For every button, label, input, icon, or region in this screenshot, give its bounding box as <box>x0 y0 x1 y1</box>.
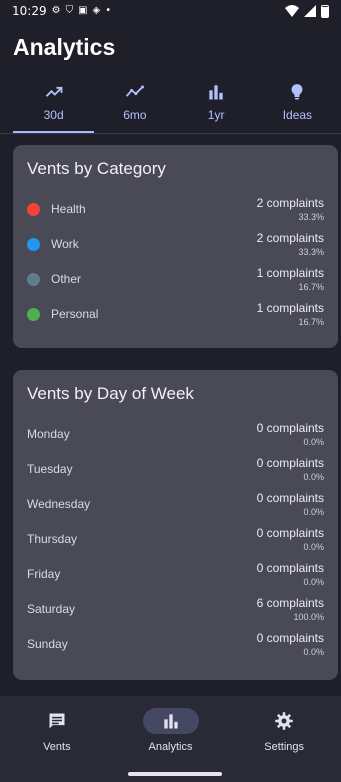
complaint-count: 2 complaints <box>256 196 324 210</box>
complaint-count: 6 complaints <box>256 596 324 610</box>
status-bar: 10:29 ⚙ ⛉ ▣ ◈ • <box>0 0 341 22</box>
period-tabs: 30d 6mo 1yr Ideas <box>13 78 338 134</box>
nav-label: Vents <box>43 741 71 753</box>
card-title: Vents by Category <box>27 159 166 178</box>
complaint-percent: 0.0% <box>303 647 324 657</box>
category-label: Other <box>51 272 82 286</box>
complaint-count: 0 complaints <box>256 491 324 505</box>
tab-label: 30d <box>43 108 64 122</box>
shield-status-icon: ⛉ <box>65 5 74 16</box>
category-row-personal: Personal 1 complaints 16.7% <box>27 298 324 330</box>
tab-label: 6mo <box>123 108 147 122</box>
chat-icon <box>49 713 65 729</box>
category-label: Work <box>51 237 79 251</box>
day-row-friday: Friday 0 complaints 0.0% <box>27 558 324 590</box>
day-row-wednesday: Wednesday 0 complaints 0.0% <box>27 488 324 520</box>
category-label: Personal <box>51 307 99 321</box>
day-label: Friday <box>27 567 61 581</box>
tab-ideas[interactable]: Ideas <box>257 78 338 134</box>
day-label: Monday <box>27 427 70 441</box>
category-color-dot <box>27 202 40 216</box>
signal-icon <box>304 5 316 17</box>
complaint-percent: 0.0% <box>303 542 324 552</box>
day-label: Thursday <box>27 532 78 546</box>
day-row-monday: Monday 0 complaints 0.0% <box>27 418 324 450</box>
tab-6mo[interactable]: 6mo <box>94 78 175 134</box>
tabs-divider <box>0 133 341 134</box>
category-row-health: Health 2 complaints 33.3% <box>27 193 324 225</box>
nav-label: Analytics <box>148 741 193 753</box>
lightbulb-icon <box>291 84 303 100</box>
category-color-dot <box>27 307 40 321</box>
category-label: Health <box>51 202 86 216</box>
bar-chart-icon <box>209 85 223 100</box>
complaint-count: 0 complaints <box>256 526 324 540</box>
card-title: Vents by Day of Week <box>27 384 194 403</box>
complaint-percent: 0.0% <box>303 472 324 482</box>
category-color-dot <box>27 237 40 251</box>
day-label: Tuesday <box>27 462 73 476</box>
complaint-percent: 0.0% <box>303 507 324 517</box>
complaint-count: 0 complaints <box>256 456 324 470</box>
day-label: Wednesday <box>27 497 91 511</box>
play-protect-status-icon: ◈ <box>92 5 101 16</box>
category-card: Vents by Category Health 2 complaints 33… <box>13 145 338 348</box>
trending-up-icon <box>45 86 63 97</box>
complaint-percent: 0.0% <box>303 577 324 587</box>
complaint-percent: 0.0% <box>303 437 324 447</box>
nav-item-settings[interactable]: Settings <box>227 696 341 782</box>
dot-status-icon: • <box>105 5 112 16</box>
tab-label: 1yr <box>207 108 225 122</box>
bottom-navigation: Vents Analytics Settings <box>0 696 341 782</box>
gear-icon <box>275 712 293 730</box>
app-status-icon: ▣ <box>78 5 88 16</box>
category-row-other: Other 1 complaints 16.7% <box>27 263 324 295</box>
tab-label: Ideas <box>282 108 313 122</box>
home-indicator[interactable] <box>128 772 222 776</box>
day-row-sunday: Sunday 0 complaints 0.0% <box>27 628 324 660</box>
status-time: 10:29 <box>12 4 47 18</box>
tab-1yr[interactable]: 1yr <box>176 78 257 134</box>
category-row-work: Work 2 complaints 33.3% <box>27 228 324 260</box>
complaint-percent: 33.3% <box>298 247 324 257</box>
day-row-tuesday: Tuesday 0 complaints 0.0% <box>27 453 324 485</box>
settings-status-icon: ⚙ <box>51 5 61 16</box>
category-color-dot <box>27 272 40 286</box>
complaint-count: 0 complaints <box>256 631 324 645</box>
complaint-percent: 33.3% <box>298 212 324 222</box>
bar-chart-icon <box>163 714 178 729</box>
page-title: Analytics <box>13 34 116 60</box>
day-row-saturday: Saturday 6 complaints 100.0% <box>27 593 324 625</box>
day-label: Sunday <box>27 637 68 651</box>
complaint-count: 1 complaints <box>256 301 324 315</box>
wifi-icon <box>285 5 299 17</box>
nav-item-vents[interactable]: Vents <box>0 696 114 782</box>
timeline-icon <box>125 85 144 97</box>
nav-label: Settings <box>264 741 305 753</box>
nav-item-analytics[interactable]: Analytics <box>114 696 228 782</box>
complaint-count: 0 complaints <box>256 561 324 575</box>
complaint-count: 2 complaints <box>256 231 324 245</box>
battery-icon <box>321 4 329 18</box>
day-row-thursday: Thursday 0 complaints 0.0% <box>27 523 324 555</box>
complaint-count: 1 complaints <box>256 266 324 280</box>
complaint-percent: 16.7% <box>298 282 324 292</box>
tab-30d[interactable]: 30d <box>13 78 95 134</box>
complaint-count: 0 complaints <box>256 421 324 435</box>
day-label: Saturday <box>27 602 76 616</box>
complaint-percent: 16.7% <box>298 317 324 327</box>
day-of-week-card: Vents by Day of Week Monday 0 complaints… <box>13 370 338 680</box>
complaint-percent: 100.0% <box>293 612 324 622</box>
